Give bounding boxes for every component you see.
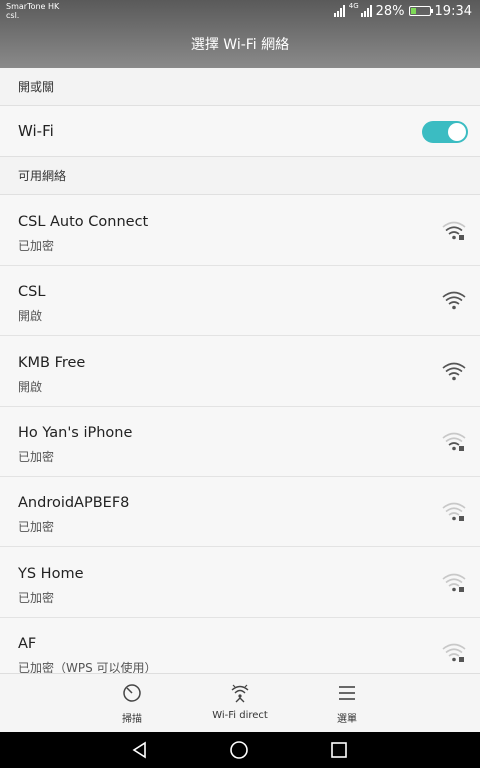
page-title: 選擇 Wi-Fi 網絡 [190, 37, 290, 53]
wifi-secured-icon [442, 432, 466, 451]
wifi-secured-icon [442, 221, 466, 240]
carrier-info: SmarTone HK csl. [6, 2, 59, 20]
signal-icon [333, 5, 345, 17]
wifi-label: Wi-Fi [18, 122, 54, 140]
network-item[interactable]: YS Home 已加密 [0, 547, 480, 618]
wifi-toggle[interactable] [422, 121, 468, 143]
battery-percent: 28% [375, 3, 405, 19]
toggle-knob [448, 123, 466, 141]
section-header-available: 可用網絡 [0, 157, 480, 195]
network-name: CSL [18, 284, 46, 301]
network-item[interactable]: AndroidAPBEF8 已加密 [0, 477, 480, 548]
network-status: 已加密 [18, 449, 55, 464]
network-name: YS Home [18, 565, 84, 582]
wifi-secured-icon [442, 502, 466, 522]
network-name: AF [18, 635, 37, 652]
menu-icon [339, 686, 355, 700]
back-icon[interactable] [130, 740, 150, 760]
wifi-secured-icon [442, 573, 466, 592]
network-status: 開啟 [18, 379, 43, 394]
home-icon[interactable] [229, 740, 249, 760]
wifi-settings-screen: SmarTone HK csl. 4G 28% 19:34 選擇 Wi-Fi 網… [0, 0, 480, 768]
scan-icon [123, 684, 141, 702]
network-status: 開啟 [18, 309, 43, 324]
scan-button[interactable]: 掃描 [82, 682, 182, 725]
wifi-direct-label: Wi-Fi direct [212, 710, 268, 721]
wifi-secured-icon [442, 643, 466, 662]
scan-label: 掃描 [122, 714, 142, 725]
network-status: 已加密 [18, 590, 55, 605]
network-type: 4G [348, 2, 359, 10]
bottom-toolbar: 掃描 Wi-Fi direct 選單 [0, 673, 480, 732]
battery-icon [408, 6, 433, 16]
menu-label: 選單 [337, 714, 357, 725]
top-bar: SmarTone HK csl. 4G 28% 19:34 選擇 Wi-Fi 網… [0, 0, 480, 68]
carrier-secondary: csl. [6, 11, 20, 20]
wifi-icon [442, 292, 466, 310]
network-item[interactable]: KMB Free 開啟 [0, 336, 480, 407]
clock: 19:34 [434, 3, 472, 19]
carrier-primary: SmarTone HK [6, 2, 60, 11]
network-item[interactable]: CSL 開啟 [0, 266, 480, 337]
network-item[interactable]: Ho Yan's iPhone 已加密 [0, 406, 480, 477]
menu-button[interactable]: 選單 [297, 682, 397, 725]
wifi-icon [442, 362, 466, 380]
navigation-bar [0, 732, 480, 768]
wifi-direct-icon [231, 684, 249, 703]
network-item[interactable]: CSL Auto Connect 已加密 [0, 196, 480, 266]
network-status: 已加密 [18, 239, 55, 253]
wifi-toggle-row[interactable]: Wi-Fi [0, 107, 480, 157]
wifi-direct-button[interactable]: Wi-Fi direct [190, 682, 290, 721]
network-status: 已加密 [18, 520, 55, 535]
network-name: KMB Free [18, 354, 86, 371]
section-header-onoff: 開或關 [0, 68, 480, 106]
network-name: Ho Yan's iPhone [18, 424, 133, 441]
recents-icon[interactable] [329, 740, 349, 760]
signal-icon-secondary [360, 5, 372, 17]
network-name: AndroidAPBEF8 [18, 495, 130, 512]
status-icons: 4G 28% 19:34 [333, 2, 472, 20]
network-name: CSL Auto Connect [18, 214, 149, 230]
